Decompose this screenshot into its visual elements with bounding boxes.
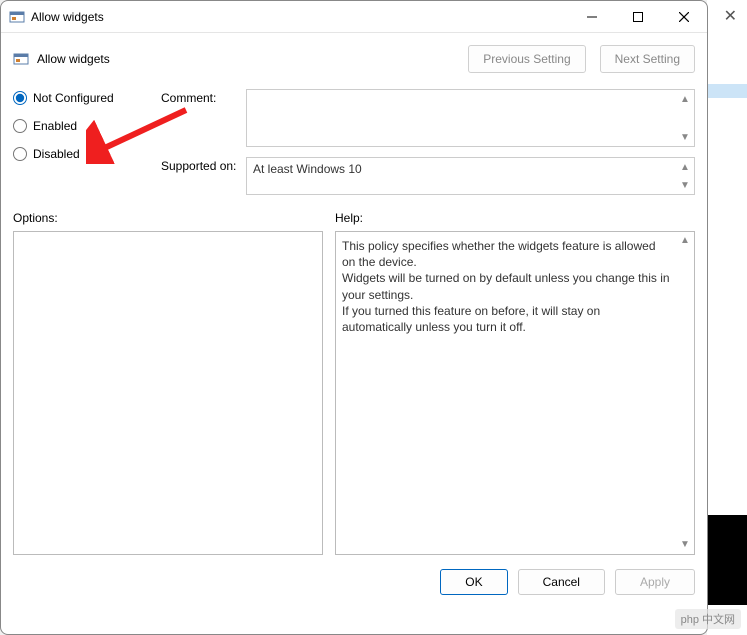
options-panel xyxy=(13,231,323,555)
disabled-radio[interactable] xyxy=(13,147,27,161)
not-configured-radio[interactable] xyxy=(13,91,27,105)
policy-icon xyxy=(9,9,25,25)
header-row: Allow widgets Previous Setting Next Sett… xyxy=(1,33,707,89)
not-configured-label: Not Configured xyxy=(33,91,114,105)
scroll-down-icon[interactable]: ▼ xyxy=(677,177,693,193)
state-radio-group: Not Configured Enabled Disabled xyxy=(13,89,161,195)
disabled-label: Disabled xyxy=(33,147,80,161)
ok-button[interactable]: OK xyxy=(440,569,507,595)
watermark: php 中文网 xyxy=(675,609,741,629)
titlebar-text: Allow widgets xyxy=(31,10,569,24)
next-setting-button[interactable]: Next Setting xyxy=(600,45,695,73)
header-title: Allow widgets xyxy=(37,52,454,66)
background-dark-region xyxy=(707,515,747,605)
policy-icon xyxy=(13,51,29,67)
cancel-button[interactable]: Cancel xyxy=(518,569,605,595)
enabled-radio[interactable] xyxy=(13,119,27,133)
maximize-button[interactable] xyxy=(615,1,661,33)
comment-textarea[interactable]: ▲ ▼ xyxy=(246,89,695,147)
scroll-up-icon[interactable]: ▲ xyxy=(677,91,693,107)
titlebar: Allow widgets xyxy=(1,1,707,33)
previous-setting-button[interactable]: Previous Setting xyxy=(468,45,585,73)
comment-label: Comment: xyxy=(161,89,246,105)
background-selection xyxy=(707,84,747,98)
help-label: Help: xyxy=(335,211,695,225)
scroll-up-icon[interactable]: ▲ xyxy=(677,159,693,175)
supported-on-label: Supported on: xyxy=(161,157,246,173)
help-text: This policy specifies whether the widget… xyxy=(342,239,670,334)
minimize-button[interactable] xyxy=(569,1,615,33)
scroll-down-icon[interactable]: ▼ xyxy=(677,537,693,553)
close-button[interactable] xyxy=(661,1,707,33)
scroll-down-icon[interactable]: ▼ xyxy=(677,129,693,145)
background-close-icon[interactable]: ✕ xyxy=(724,6,737,26)
supported-on-text: At least Windows 10 xyxy=(253,162,362,176)
apply-button[interactable]: Apply xyxy=(615,569,695,595)
enabled-label: Enabled xyxy=(33,119,77,133)
help-panel: This policy specifies whether the widget… xyxy=(335,231,695,555)
supported-on-value: At least Windows 10 ▲ ▼ xyxy=(246,157,695,195)
scroll-up-icon[interactable]: ▲ xyxy=(677,233,693,249)
policy-dialog: Allow widgets Allow widgets Previous Set… xyxy=(0,0,708,635)
options-label: Options: xyxy=(13,211,335,225)
